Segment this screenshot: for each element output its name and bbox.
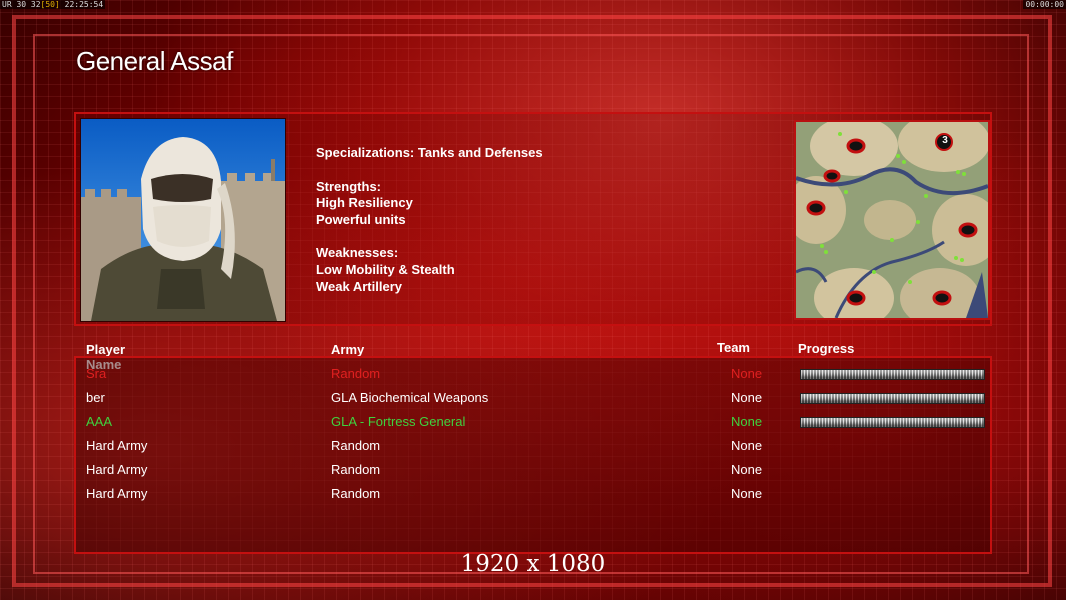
header-progress: Progress [798, 341, 855, 356]
weakness-item: Weak Artillery [316, 278, 402, 294]
hud-clock: 22:25:54 [64, 0, 104, 9]
player-row[interactable]: ber GLA Biochemical Weapons None [0, 390, 1066, 410]
player-name: Hard Army [86, 438, 148, 453]
header-team: Team [717, 340, 750, 355]
general-description: Specializations: Tanks and Defenses Stre… [316, 145, 543, 295]
hud-timer: 00:00:00 [1023, 0, 1066, 9]
minimap: 3 [794, 120, 990, 320]
player-row[interactable]: Sra Random None [0, 366, 1066, 386]
player-row[interactable]: AAA GLA - Fortress General None [0, 414, 1066, 434]
player-army: Random [331, 486, 381, 501]
start-position-marker[interactable]: 3 [938, 135, 952, 146]
hud-stats-left: UR 30 32[50] 22:25:54 [0, 0, 106, 9]
loading-progress-bar [800, 369, 985, 380]
player-name: AAA [86, 414, 113, 429]
player-army: Random [331, 438, 381, 453]
weaknesses-header: Weaknesses: [316, 245, 399, 261]
player-team: None [731, 438, 763, 453]
player-army: GLA - Fortress General [331, 414, 466, 429]
player-team: None [731, 390, 763, 405]
player-row[interactable]: Hard Army Random None [0, 462, 1066, 482]
portrait-image [81, 119, 285, 321]
player-row[interactable]: Hard Army Random None [0, 486, 1066, 506]
resolution-label: 1920 x 1080 [460, 551, 606, 577]
hud-fps: UR 30 32 [2, 0, 41, 9]
player-row[interactable]: Hard Army Random None [0, 438, 1066, 458]
player-army: Random [331, 462, 381, 477]
player-name: ber [86, 390, 105, 405]
strength-item: High Resiliency [316, 195, 413, 211]
player-team: None [731, 366, 763, 381]
hud-percent: [50] [40, 0, 60, 9]
header-army: Army [331, 342, 365, 357]
player-name: Hard Army [86, 486, 148, 501]
loading-progress-bar [800, 417, 985, 428]
weakness-item: Low Mobility & Stealth [316, 261, 455, 277]
player-team: None [731, 486, 763, 501]
general-title: General Assaf [76, 46, 233, 76]
specializations-text: Specializations: Tanks and Defenses [316, 145, 543, 160]
minimap-terrain [796, 122, 988, 318]
strength-item: Powerful units [316, 211, 406, 227]
player-name: Hard Army [86, 462, 148, 477]
player-team: None [731, 414, 763, 429]
strengths-header: Strengths: [316, 178, 381, 194]
loading-progress-bar [800, 393, 985, 404]
player-team: None [731, 462, 763, 477]
player-army: Random [331, 366, 381, 381]
player-army: GLA Biochemical Weapons [331, 390, 489, 405]
general-portrait [80, 118, 286, 322]
player-name: Sra [86, 366, 107, 381]
